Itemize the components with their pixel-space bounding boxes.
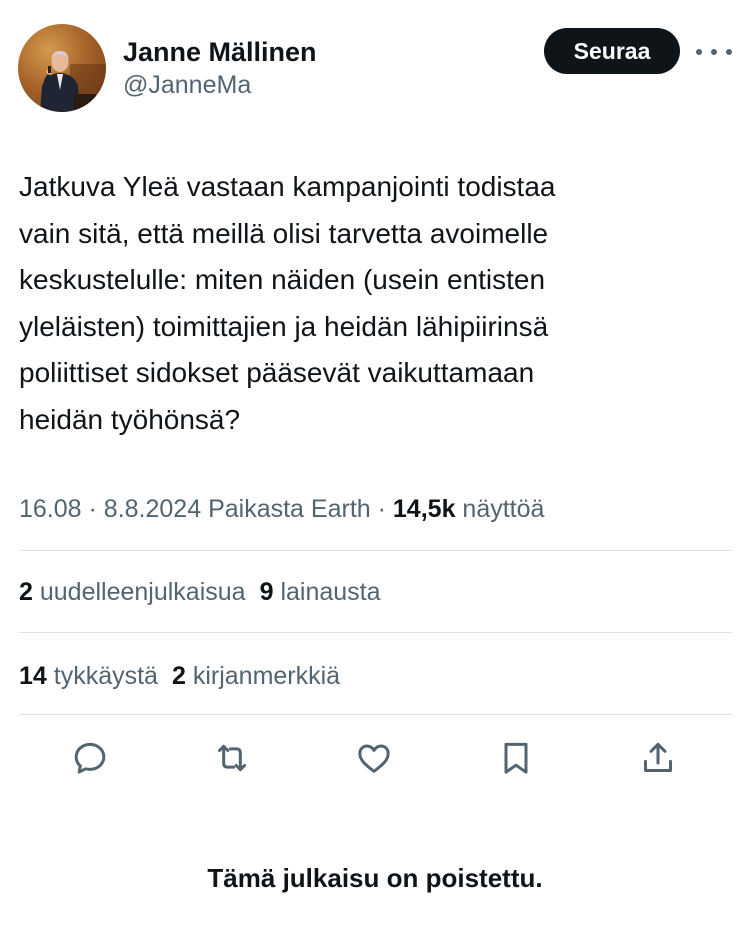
action-bar xyxy=(0,736,750,786)
repost-button[interactable] xyxy=(210,736,254,780)
like-icon xyxy=(358,744,390,773)
avatar[interactable] xyxy=(18,24,106,112)
dot xyxy=(696,49,702,55)
views-count: 14,5k xyxy=(392,495,456,523)
quotes-stat[interactable]: 9 lainausta xyxy=(260,578,381,606)
author-display-name[interactable]: Janne Mällinen xyxy=(123,36,317,68)
views-label: näyttöä xyxy=(462,495,545,523)
reply-button[interactable] xyxy=(68,736,112,780)
stats-row-likes: 14 tykkäystä 2 kirjanmerkkiä xyxy=(19,658,340,694)
repost-icon xyxy=(218,744,246,772)
tweet-location: Paikasta Earth xyxy=(208,495,371,523)
speaker-photo-avatar-icon xyxy=(40,51,106,112)
meta-separator: · xyxy=(88,495,97,523)
author-names: Janne Mällinen @JanneMa xyxy=(123,36,317,102)
bookmarks-stat[interactable]: 2 kirjanmerkkiä xyxy=(172,662,340,690)
reply-icon xyxy=(74,742,106,774)
tweet-text: Jatkuva Yleä vastaan kampanjointi todist… xyxy=(19,171,556,435)
meta-separator: · xyxy=(377,495,386,523)
reposts-label: uudelleenjulkaisua xyxy=(39,578,246,606)
likes-count: 14 xyxy=(19,662,47,690)
bookmark-button[interactable] xyxy=(494,736,538,780)
divider xyxy=(19,714,732,715)
divider xyxy=(19,632,732,633)
likes-label: tykkäystä xyxy=(53,662,158,690)
reposts-count: 2 xyxy=(19,578,33,606)
tweet-date[interactable]: 8.8.2024 xyxy=(104,495,201,523)
dot xyxy=(726,49,732,55)
share-icon xyxy=(644,742,672,772)
bookmarks-count: 2 xyxy=(171,662,186,690)
tweet-time[interactable]: 16.08 xyxy=(19,495,82,523)
bookmarks-label: kirjanmerkkiä xyxy=(192,662,341,690)
stats-row-reposts: 2 uudelleenjulkaisua 9 lainausta xyxy=(19,574,381,610)
tweet-header: Janne Mällinen @JanneMa Seuraa xyxy=(18,24,732,116)
share-button[interactable] xyxy=(636,736,680,780)
reposts-stat[interactable]: 2 uudelleenjulkaisua xyxy=(19,578,246,606)
bookmark-icon xyxy=(504,742,528,774)
follow-button[interactable]: Seuraa xyxy=(544,28,680,74)
author-handle[interactable]: @JanneMa xyxy=(123,68,317,102)
like-button[interactable] xyxy=(352,736,396,780)
divider xyxy=(19,550,732,551)
quotes-label: lainausta xyxy=(280,578,381,606)
more-dots-icon[interactable] xyxy=(696,40,732,64)
likes-stat[interactable]: 14 tykkäystä xyxy=(19,662,158,690)
tweet-meta: 16.08 · 8.8.2024 Paikasta Earth · 14,5k … xyxy=(19,491,544,527)
dot xyxy=(711,49,717,55)
quotes-count: 9 xyxy=(259,578,274,606)
deleted-notice: Tämä julkaisu on poistettu. xyxy=(207,863,543,893)
